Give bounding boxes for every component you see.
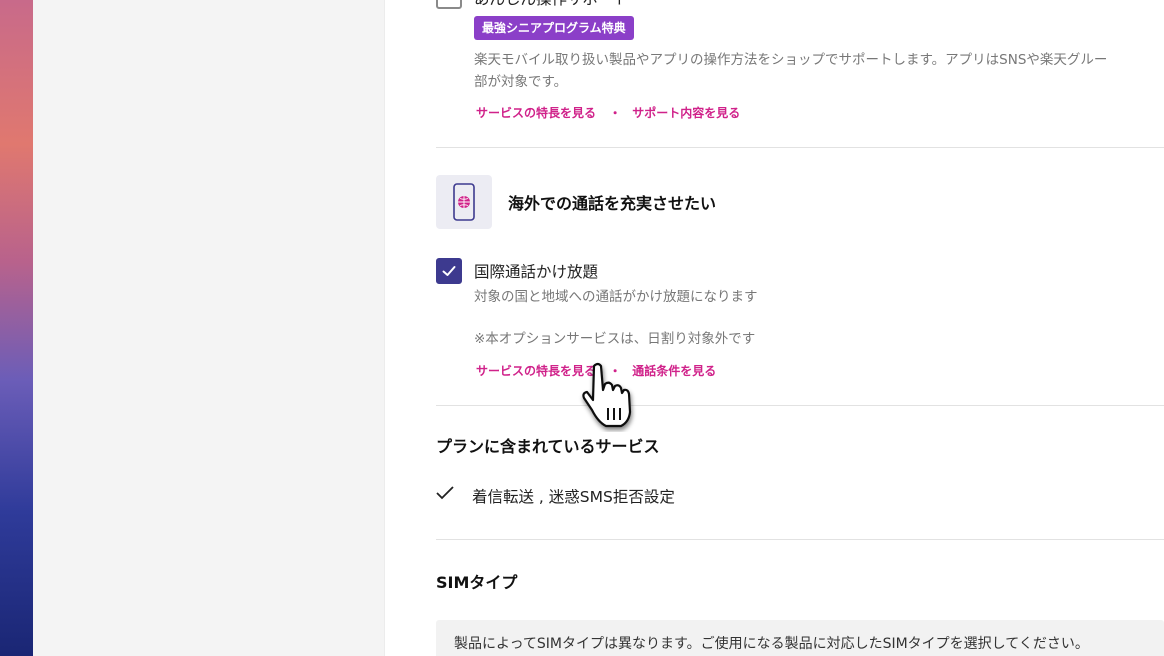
sim-type-info-box: 製品によってSIMタイプは異なります。ご使用になる製品に対応したSIMタイプを選… (436, 620, 1164, 656)
sim-type-info-text: 製品によってSIMタイプは異なります。ご使用になる製品に対応したSIMタイプを選… (454, 636, 1089, 652)
included-services-heading: プランに含まれているサービス (436, 437, 660, 456)
link-service-features[interactable]: サービスの特長を見る (476, 106, 596, 120)
divider (436, 405, 1164, 406)
intl-call-note: ※本オプションサービスは、日割り対象外です (474, 331, 756, 347)
options-content: あんしん操作サポート 最強シニアプログラム特典 楽天モバイル取り扱い製品やアプリ… (385, 0, 1164, 656)
checkbox-intl-call-unlimited[interactable] (436, 258, 462, 284)
anshin-support-description-line2: 部が対象です。 (474, 74, 568, 90)
intl-call-description: 対象の国と地域への通話がかけ放題になります (474, 289, 758, 305)
link-support-details[interactable]: サポート内容を見る (632, 106, 740, 120)
desktop-background (0, 0, 33, 656)
check-icon (436, 486, 454, 500)
sim-type-heading: SIMタイプ (436, 573, 518, 592)
included-services-item: 着信転送 , 迷惑SMS拒否設定 (472, 488, 675, 506)
link-separator: ・ (609, 106, 622, 120)
anshin-support-description-line1: 楽天モバイル取り扱い製品やアプリの操作方法をショップでサポートします。アプリはS… (474, 52, 1108, 68)
anshin-support-links: サービスの特長を見る ・ サポート内容を見る (476, 102, 740, 121)
divider (436, 539, 1164, 540)
option-label-anshin-support: あんしん操作サポート (474, 0, 629, 9)
link-call-conditions[interactable]: 通話条件を見る (632, 364, 716, 378)
overseas-call-icon-tile (436, 175, 492, 229)
checkbox-anshin-support[interactable] (436, 0, 462, 9)
phone-globe-icon (453, 183, 475, 221)
checkmark-icon (442, 266, 456, 276)
hand-pointer-cursor-icon (582, 362, 632, 428)
overseas-call-heading: 海外での通話を充実させたい (508, 194, 717, 213)
divider (436, 147, 1164, 148)
left-panel (33, 0, 385, 656)
senior-program-badge: 最強シニアプログラム特典 (474, 16, 634, 40)
intl-call-option-label: 国際通話かけ放題 (474, 263, 599, 281)
